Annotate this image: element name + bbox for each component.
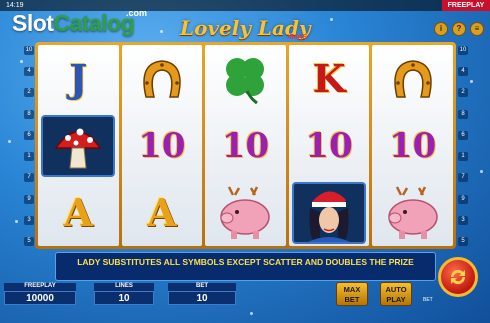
payline-indicator[interactable]: 7	[24, 173, 34, 183]
mushroom-icon	[54, 128, 102, 168]
mushroom-symbol	[41, 114, 116, 177]
symbol-cell: A	[125, 182, 199, 244]
payline-indicator[interactable]: 9	[458, 194, 468, 204]
freeplay-badge: FREEPLAY	[442, 0, 490, 11]
top-icons: i ? ≡	[434, 22, 484, 36]
reel-1: J A	[38, 45, 119, 246]
payline-indicator[interactable]: 1	[458, 152, 468, 162]
freeplay-value: 10000	[4, 291, 76, 305]
symbol-k: K	[312, 55, 346, 101]
freeplay-label: FREEPLAY	[4, 283, 76, 291]
piggybank-symbol	[208, 182, 282, 244]
reel-frame: J A 10 A 10 K 10 10	[35, 42, 456, 249]
horseshoe-icon	[143, 59, 181, 98]
spin-arrows-icon	[450, 269, 466, 285]
help-icon[interactable]: ?	[452, 22, 466, 36]
game-subtitle: XMAS	[287, 34, 308, 41]
brand-part1: Slot	[12, 10, 54, 36]
payline-indicator[interactable]: 1	[24, 152, 34, 162]
symbol-a: A	[63, 189, 94, 235]
symbol-cell: 10	[292, 115, 366, 177]
max-bet-button[interactable]: MAX BET	[336, 282, 368, 306]
symbol-cell: K	[292, 48, 366, 110]
reel-2: 10 A	[121, 45, 203, 246]
symbol-cell: J	[41, 48, 115, 110]
symbol-10: 10	[389, 125, 437, 166]
horseshoe-icon	[393, 59, 432, 98]
brand-suffix: .com	[126, 8, 148, 18]
reels: J A 10 A 10 K 10 10	[38, 45, 453, 246]
lady-icon	[308, 190, 351, 242]
payline-indicator[interactable]: 10	[458, 46, 468, 55]
brand-logo: SlotCatalog	[12, 10, 135, 37]
payline-indicator[interactable]: 3	[24, 215, 34, 225]
reel-4: K 10	[288, 45, 370, 246]
bet-label: BET	[168, 283, 236, 291]
symbol-cell: 10	[208, 115, 282, 177]
symbol-cell: 10	[376, 115, 450, 177]
clover-symbol	[208, 48, 282, 110]
menu-icon[interactable]: ≡	[470, 22, 484, 36]
piggybank-icon	[387, 185, 438, 239]
payline-indicator[interactable]: 2	[24, 88, 34, 98]
symbol-10: 10	[221, 125, 270, 166]
brand-part2: Catalog	[53, 10, 135, 36]
payline-indicator[interactable]: 4	[24, 67, 34, 77]
payline-indicator[interactable]: 8	[24, 109, 34, 119]
lines-label: LINES	[94, 283, 154, 291]
lines-value[interactable]: 10	[94, 291, 154, 305]
info-icon[interactable]: i	[434, 22, 448, 36]
clover-icon	[226, 57, 265, 104]
payline-indicator[interactable]: 8	[458, 109, 468, 119]
paylines-right: 10 4 2 8 6 1 7 9 3 5	[458, 46, 468, 246]
horseshoe-symbol	[125, 48, 199, 110]
horseshoe-symbol	[376, 48, 450, 110]
symbol-cell: 10	[125, 115, 199, 177]
info-message: LADY SUBSTITUTES ALL SYMBOLS EXCEPT SCAT…	[55, 252, 436, 281]
payline-indicator[interactable]: 9	[24, 194, 34, 204]
payline-indicator[interactable]: 2	[458, 88, 468, 98]
payline-indicator[interactable]: 10	[24, 46, 34, 55]
spin-button[interactable]	[438, 257, 478, 297]
payline-indicator[interactable]: 6	[458, 130, 468, 140]
symbol-10: 10	[305, 125, 353, 166]
payline-indicator[interactable]: 5	[458, 236, 468, 246]
piggybank-icon	[220, 185, 271, 239]
bet-side-label: BET	[423, 297, 433, 303]
symbol-10: 10	[138, 125, 186, 166]
reel-5: 10	[372, 45, 453, 246]
payline-indicator[interactable]: 3	[458, 215, 468, 225]
reel-3: 10	[205, 45, 286, 246]
symbol-j: J	[69, 55, 88, 101]
piggybank-symbol	[376, 182, 450, 244]
symbol-cell: A	[41, 182, 115, 244]
payline-indicator[interactable]: 6	[24, 130, 34, 140]
paylines-left: 10 4 2 8 6 1 7 9 3 5	[24, 46, 34, 246]
bet-value[interactable]: 10	[168, 291, 236, 305]
payline-indicator[interactable]: 7	[458, 173, 468, 183]
payline-indicator[interactable]: 4	[458, 67, 468, 77]
autoplay-button[interactable]: AUTO PLAY	[380, 282, 412, 306]
payline-indicator[interactable]: 5	[24, 236, 34, 246]
lady-symbol	[292, 181, 367, 244]
symbol-a: A	[147, 189, 177, 235]
